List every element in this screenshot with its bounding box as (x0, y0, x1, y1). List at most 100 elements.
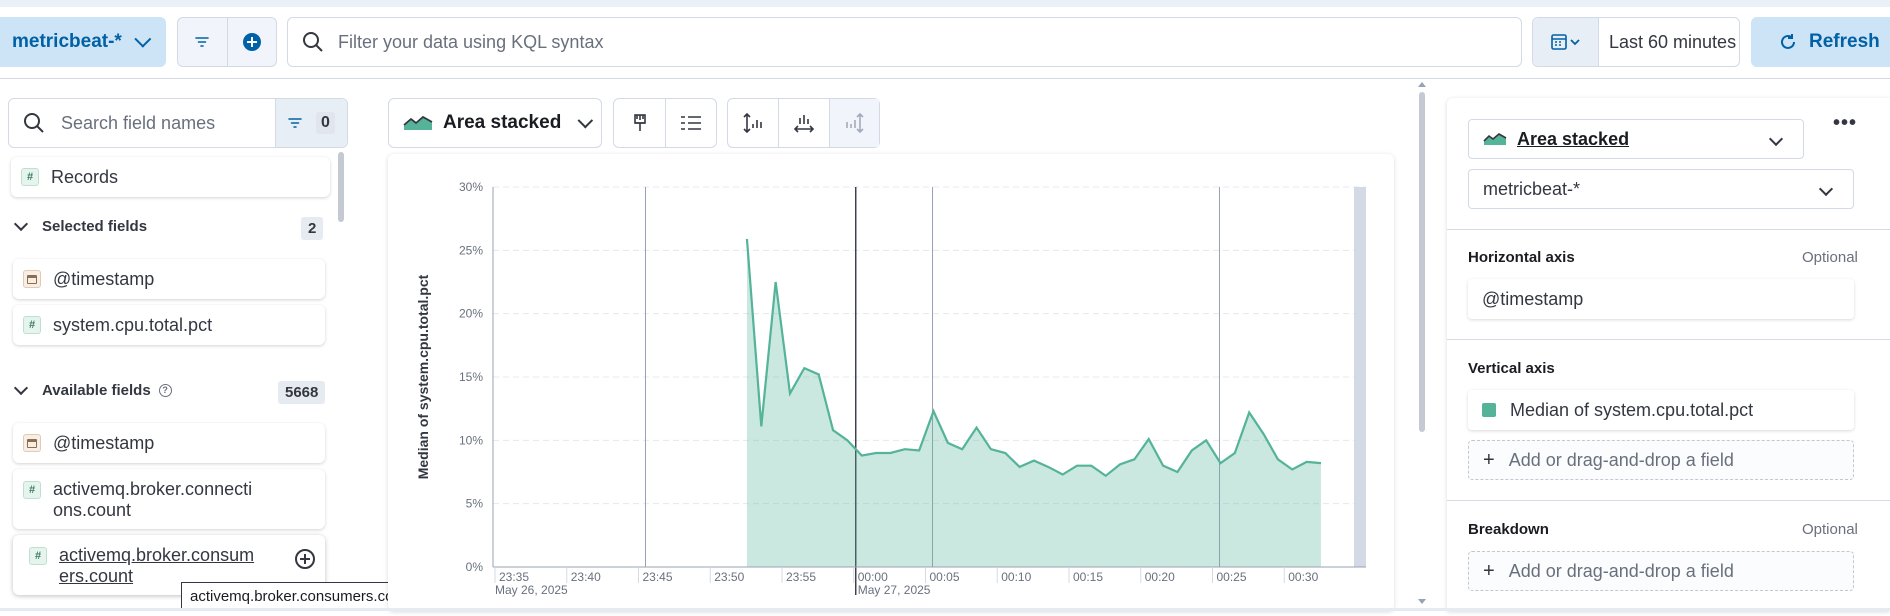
number-field-icon: # (23, 316, 41, 334)
horizontal-axis-field[interactable]: @timestamp (1468, 279, 1854, 319)
calendar-icon (1550, 34, 1580, 50)
left-axis-icon (743, 112, 762, 134)
visual-options-button[interactable] (614, 99, 665, 147)
dropzone-label: Add or drag-and-drop a field (1508, 449, 1734, 470)
x-tick-label: 23:40 (571, 570, 601, 584)
available-fields-count: 5668 (278, 381, 326, 404)
workspace-scrollbar[interactable] (1419, 92, 1425, 432)
data-view-picker[interactable]: metricbeat-* (0, 17, 166, 67)
available-fields-title: Available fields (42, 382, 151, 399)
series-area (746, 238, 1321, 567)
chevron-down-icon (1768, 131, 1784, 147)
horizontal-axis-label: Horizontal axis (1468, 249, 1575, 266)
field-item[interactable]: @timestamp (13, 259, 325, 299)
breakdown-label: Breakdown (1468, 521, 1549, 538)
y-tick-label: 15% (459, 370, 483, 384)
optional-label: Optional (1802, 249, 1858, 266)
plus-icon: + (1483, 559, 1495, 582)
optional-label: Optional (1802, 521, 1858, 538)
scroll-down-arrow-icon[interactable] (1417, 598, 1427, 606)
chevron-down-icon (13, 380, 29, 395)
vertical-axis-dropzone[interactable]: + Add or drag-and-drop a field (1468, 440, 1854, 480)
x-tick-label: 00:15 (1073, 570, 1103, 584)
x-tick-label: 00:30 (1288, 570, 1318, 584)
add-filter-button[interactable] (226, 18, 276, 66)
records-field[interactable]: # Records (11, 157, 330, 197)
left-axis-button[interactable] (728, 99, 778, 147)
style-tools (613, 98, 717, 148)
field-item[interactable]: # activemq.broker.connecti ons.count (13, 469, 325, 529)
field-item[interactable]: # system.cpu.total.pct (13, 305, 325, 345)
number-field-icon: # (23, 481, 41, 499)
chart-switch-button[interactable]: Area stacked (388, 98, 602, 148)
series-color-swatch[interactable] (1482, 403, 1496, 417)
right-axis-button[interactable] (828, 99, 880, 147)
divider (1447, 229, 1890, 230)
data-view-value: metricbeat-* (1483, 178, 1581, 199)
plus-in-circle-icon (242, 33, 261, 51)
bottom-axis-button[interactable] (778, 99, 828, 147)
field-value: @timestamp (1482, 288, 1584, 309)
brush-icon (633, 114, 646, 131)
field-name: system.cpu.total.pct (53, 314, 213, 335)
chevron-down-icon (577, 112, 594, 128)
field-name-line: ers.count (59, 566, 134, 586)
filter-menu-button[interactable] (178, 18, 227, 66)
dropzone-label: Add or drag-and-drop a field (1508, 560, 1734, 581)
bottom-axis-icon (793, 115, 815, 133)
available-fields-toggle[interactable]: Available fields ? (0, 380, 172, 399)
field-item[interactable]: @timestamp (13, 423, 325, 463)
breakdown-dropzone[interactable]: + Add or drag-and-drop a field (1468, 551, 1854, 591)
field-name: @timestamp (53, 432, 155, 453)
legend-button[interactable] (665, 99, 716, 147)
config-panel: Area stacked ••• metricbeat-* Horizontal… (1447, 98, 1890, 611)
field-name-line: activemq.broker.consum (59, 545, 255, 565)
scroll-up-arrow-icon[interactable] (1417, 80, 1427, 88)
field-list-scrollbar[interactable] (338, 152, 344, 222)
filter-icon (288, 118, 302, 128)
field-search-input[interactable]: Search field names 0 (8, 98, 348, 148)
quick-menu-button[interactable] (1533, 18, 1599, 66)
field-type-filter-button[interactable]: 0 (275, 99, 347, 147)
kql-placeholder: Filter your data using KQL syntax (338, 31, 604, 52)
chart-switch-label: Area stacked (443, 112, 562, 133)
date-label: May 27, 2025 (858, 583, 931, 597)
y-tick-label: 10% (459, 433, 483, 447)
y-tick-label: 20% (459, 307, 483, 321)
area-chart-icon (1483, 133, 1507, 145)
selected-fields-toggle[interactable]: Selected fields (0, 216, 147, 235)
axis-tools (727, 98, 880, 148)
vertical-axis-field[interactable]: Median of system.cpu.total.pct (1468, 390, 1854, 430)
partial-bucket-band (1354, 187, 1366, 567)
time-range-label: Last 60 minutes (1609, 31, 1737, 52)
x-tick-label: 23:50 (714, 570, 744, 584)
x-tick-label: 00:10 (1001, 570, 1031, 584)
chevron-down-icon (1818, 181, 1834, 197)
plus-icon: + (1483, 448, 1495, 471)
date-label: May 26, 2025 (495, 583, 568, 597)
query-bar: metricbeat-* Filter your data using KQL … (0, 7, 1890, 79)
date-picker[interactable]: Last 60 minutes (1532, 17, 1740, 67)
chart-panel: 0% 5% 10% 15% 20% 25% 30% 23:35 23:40 23:45 23:50 2… (388, 154, 1394, 611)
info-icon[interactable]: ? (158, 384, 172, 397)
refresh-icon (1781, 34, 1795, 49)
y-tick-label: 0% (466, 560, 484, 574)
y-axis-title: Median of system.cpu.total.pct (415, 274, 431, 479)
records-label: Records (51, 166, 119, 187)
add-field-icon[interactable] (295, 549, 315, 569)
chart-type-select[interactable]: Area stacked (1468, 119, 1804, 159)
chart-type-label: Area stacked (1517, 128, 1630, 149)
divider (1447, 339, 1890, 340)
top-strip (0, 0, 1890, 7)
area-chart-icon (403, 115, 433, 130)
kql-search-input[interactable]: Filter your data using KQL syntax (287, 17, 1522, 67)
field-name: activemq.broker.connecti ons.count (53, 479, 252, 521)
refresh-button[interactable]: Refresh (1751, 17, 1890, 67)
data-view-select[interactable]: metricbeat-* (1468, 169, 1854, 209)
x-tick-label: 00:05 (930, 570, 960, 584)
y-tick-label: 30% (459, 180, 483, 194)
more-options-icon[interactable]: ••• (1833, 112, 1857, 135)
refresh-label: Refresh (1809, 31, 1880, 52)
date-field-icon (23, 434, 41, 452)
area-chart[interactable]: 0% 5% 10% 15% 20% 25% 30% 23:35 23:40 23:45 23:50 2… (388, 154, 1394, 611)
